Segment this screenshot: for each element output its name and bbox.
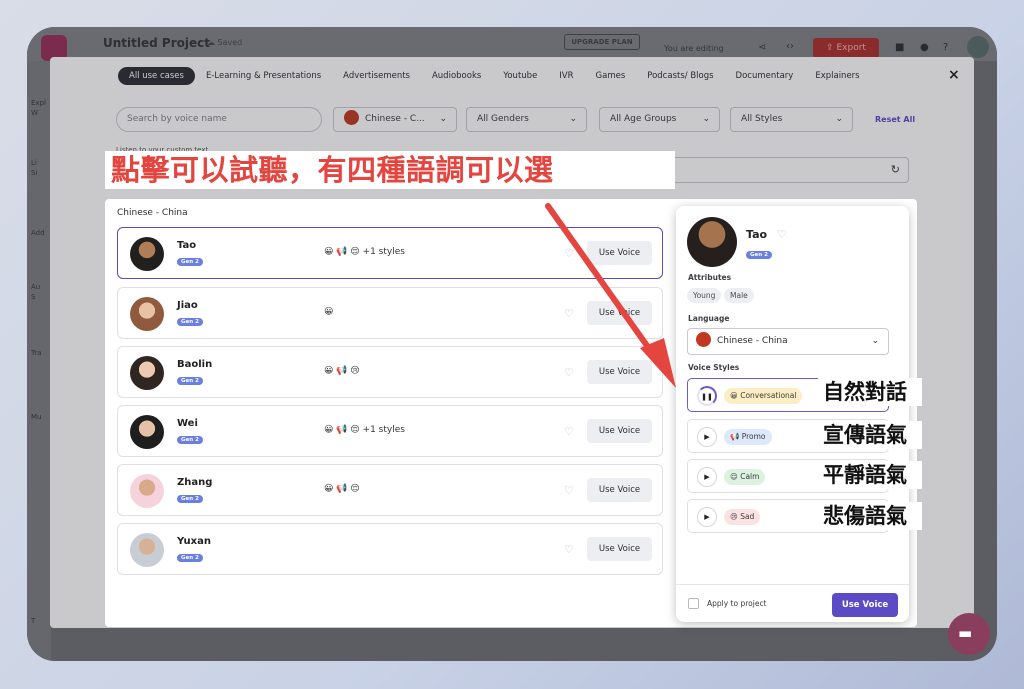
- annotation-label-conversational: 自然對話: [818, 378, 922, 406]
- annotation-banner: 點擊可以試聽，有四種語調可以選: [105, 151, 675, 189]
- annotation-label-sad: 悲傷語氣: [818, 502, 922, 530]
- annotation-arrow: [545, 203, 676, 388]
- chat-bubble-icon: ▬: [958, 624, 973, 642]
- chat-support-button[interactable]: ▬: [948, 613, 990, 655]
- annotation-label-calm: 平靜語氣: [818, 461, 922, 489]
- annotation-label-promo: 宣傳語氣: [818, 421, 922, 449]
